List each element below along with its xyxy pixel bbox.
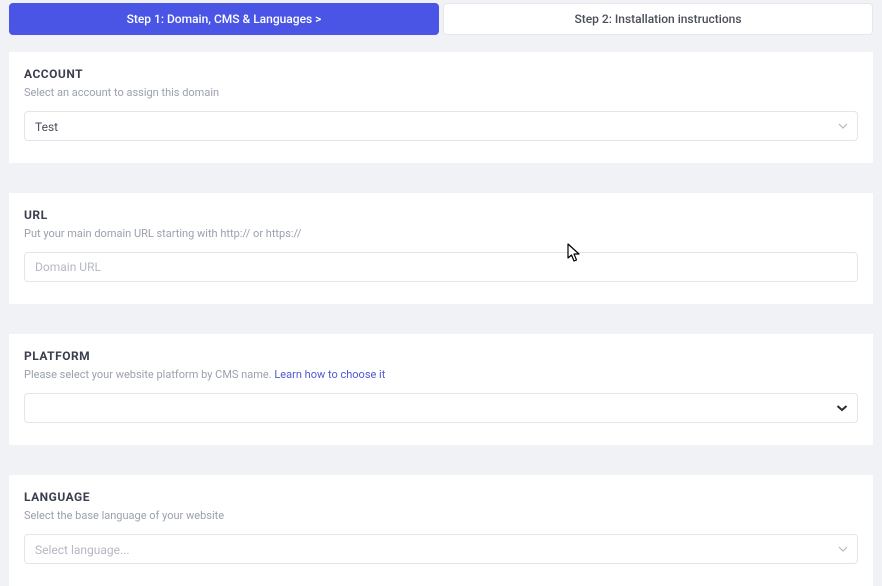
language-select-control: Select language... (24, 534, 858, 564)
account-select[interactable]: Test (24, 111, 858, 141)
account-title: ACCOUNT (24, 67, 858, 81)
url-title: URL (24, 208, 858, 222)
url-input[interactable] (24, 252, 858, 282)
section-url: URL Put your main domain URL starting wi… (9, 193, 873, 304)
platform-description: Please select your website platform by C… (24, 368, 858, 381)
language-description: Select the base language of your website (24, 509, 858, 522)
url-description: Put your main domain URL starting with h… (24, 227, 858, 240)
account-description: Select an account to assign this domain (24, 86, 858, 99)
language-select[interactable]: Select language... (24, 534, 858, 564)
section-language: LANGUAGE Select the base language of you… (9, 475, 873, 586)
url-input-control (24, 252, 858, 282)
platform-select-control (24, 393, 858, 423)
platform-description-text: Please select your website platform by C… (24, 368, 274, 381)
language-title: LANGUAGE (24, 490, 858, 504)
platform-select[interactable] (24, 393, 858, 423)
section-platform: PLATFORM Please select your website plat… (9, 334, 873, 445)
platform-title: PLATFORM (24, 349, 858, 363)
tab-step1[interactable]: Step 1: Domain, CMS & Languages > (9, 3, 439, 35)
tab-step2[interactable]: Step 2: Installation instructions (443, 3, 873, 35)
account-select-control: Test (24, 111, 858, 141)
platform-learn-link[interactable]: Learn how to choose it (274, 368, 385, 381)
wizard-tabs: Step 1: Domain, CMS & Languages > Step 2… (9, 0, 873, 35)
section-account: ACCOUNT Select an account to assign this… (9, 52, 873, 163)
